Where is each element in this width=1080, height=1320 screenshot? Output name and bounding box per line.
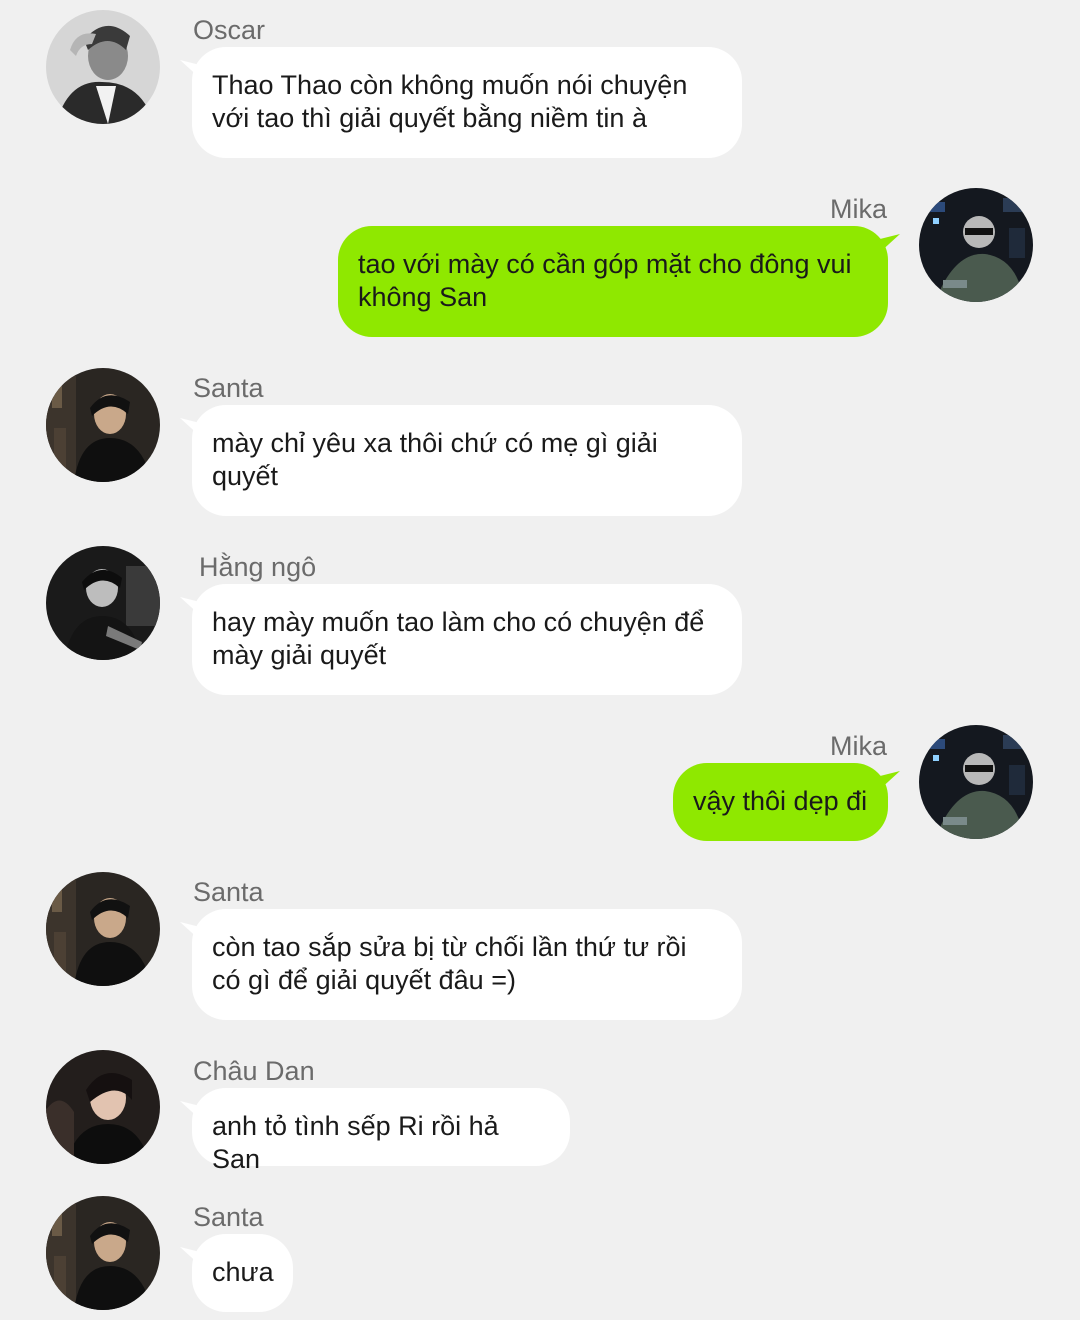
sender-name: Mika <box>829 731 887 761</box>
sender-name: Santa <box>193 1202 264 1232</box>
mika-avatar[interactable] <box>919 725 1033 839</box>
sender-name: Hằng ngô <box>199 552 317 582</box>
santa-avatar[interactable] <box>46 1196 160 1310</box>
sender-name: Oscar <box>193 15 266 45</box>
chat-thread[interactable]: Oscar Thao Thao còn không muốn nói chuyệ… <box>0 0 1080 1320</box>
message-bubble[interactable]: chưa <box>192 1234 293 1312</box>
message-bubble[interactable]: tao với mày có cần góp mặt cho đông vui … <box>338 226 888 337</box>
sender-name: Santa <box>193 877 264 907</box>
sender-name: Châu Dan <box>193 1056 315 1086</box>
hang-ngo-avatar[interactable] <box>46 546 160 660</box>
santa-avatar[interactable] <box>46 872 160 986</box>
message-bubble[interactable]: hay mày muốn tao làm cho có chuyện để mà… <box>192 584 742 695</box>
sender-name: Mika <box>829 194 887 224</box>
chau-dan-avatar[interactable] <box>46 1050 160 1164</box>
santa-avatar[interactable] <box>46 368 160 482</box>
message-bubble[interactable]: mày chỉ yêu xa thôi chứ có mẹ gì giải qu… <box>192 405 742 516</box>
oscar-avatar[interactable] <box>46 10 160 124</box>
message-bubble[interactable]: Thao Thao còn không muốn nói chuyện với … <box>192 47 742 158</box>
sender-name: Santa <box>193 373 264 403</box>
message-bubble[interactable]: còn tao sắp sửa bị từ chối lần thứ tư rồ… <box>192 909 742 1020</box>
message-bubble[interactable]: vậy thôi dẹp đi <box>673 763 888 841</box>
mika-avatar[interactable] <box>919 188 1033 302</box>
message-bubble[interactable]: anh tỏ tình sếp Ri rồi hả San <box>192 1088 570 1174</box>
